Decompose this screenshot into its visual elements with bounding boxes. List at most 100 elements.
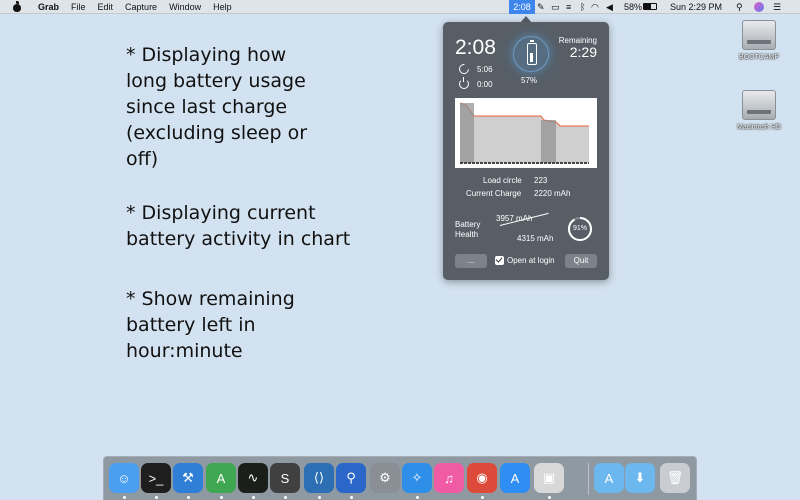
finder-icon[interactable]: ☺ <box>109 463 139 493</box>
chrome-icon[interactable]: ◉ <box>467 463 497 493</box>
desc-line: battery left in <box>126 314 256 336</box>
feature-description-3: * Show remaining battery left in hour:mi… <box>126 286 295 364</box>
desc-line: long battery usage <box>126 70 306 92</box>
battery-percent[interactable]: 58% <box>624 0 642 14</box>
battery-icon[interactable] <box>643 3 657 10</box>
hard-drive-icon <box>742 90 776 120</box>
running-indicator <box>220 496 223 499</box>
desc-line: (excluding sleep or <box>126 122 308 144</box>
power-icon <box>459 77 469 89</box>
chart-dark-segment <box>541 120 556 163</box>
health-percent: 91% <box>572 225 587 232</box>
hard-drive-icon <box>742 20 776 50</box>
menu-file[interactable]: File <box>71 2 86 12</box>
health-design-capacity: 4315 mAh <box>517 234 554 243</box>
health-label-line: Battery <box>455 220 481 229</box>
menu-edit[interactable]: Edit <box>98 2 114 12</box>
open-at-login-toggle[interactable]: Open at login <box>495 256 555 265</box>
chart-area <box>460 103 589 163</box>
running-indicator <box>187 496 190 499</box>
desc-line: hour:minute <box>126 340 243 362</box>
menu-icon[interactable]: ≡ <box>566 2 571 12</box>
desc-line: * Displaying current <box>126 202 316 224</box>
android-studio-icon[interactable]: A <box>206 463 236 493</box>
usage-time: 2:08 <box>455 36 496 59</box>
dock: ☺ >_ ⚒ A ∿ S ⟨⟩ ⚲ ⚙ ✧ ♫ ◉ A ▣ A ⬇ 🗑 <box>103 456 697 500</box>
sourcetree-icon[interactable]: ⚲ <box>336 463 366 493</box>
health-label-line: Health <box>455 230 479 239</box>
xcode-icon[interactable]: ⚒ <box>173 463 203 493</box>
menu-capture[interactable]: Capture <box>125 2 157 12</box>
chart-dark-segment <box>460 103 474 163</box>
load-circle-value: 223 <box>534 176 548 185</box>
open-at-login-label: Open at login <box>507 256 555 265</box>
vscode-icon[interactable]: ⟨⟩ <box>304 463 334 493</box>
apple-menu-icon[interactable] <box>12 0 22 12</box>
battery-popover: 2:08 5:06 0:00 57% Remaining 2:29 Load c… <box>443 22 609 280</box>
drive-label: BOOTCAMP <box>738 54 780 61</box>
remaining-time: 2:29 <box>569 44 597 60</box>
off-time: 0:00 <box>477 79 493 89</box>
menu-bar: Grab File Edit Capture Window Help 2:08 … <box>0 0 800 14</box>
pencil-icon[interactable]: ✎ <box>537 2 545 12</box>
running-indicator <box>318 496 321 499</box>
itunes-icon[interactable]: ♫ <box>434 463 464 493</box>
load-circle-label: Load circle <box>483 176 522 185</box>
menu-window[interactable]: Window <box>169 2 201 12</box>
trash-icon[interactable]: 🗑 <box>660 463 690 493</box>
terminal-icon[interactable]: >_ <box>141 463 171 493</box>
safari-icon[interactable]: ✧ <box>402 463 432 493</box>
bluetooth-icon[interactable]: ᛒ <box>580 2 585 12</box>
more-button[interactable]: ... <box>455 254 487 268</box>
notification-center-icon[interactable]: ☰ <box>773 2 781 12</box>
menu-clock[interactable]: Sun 2:29 PM <box>670 0 722 14</box>
preview-icon[interactable]: ▣ <box>534 463 564 493</box>
menu-help[interactable]: Help <box>213 2 232 12</box>
siri-icon[interactable] <box>754 2 764 12</box>
spotlight-search-icon[interactable]: ⚲ <box>736 2 743 12</box>
drive-label: Macintosh HD <box>737 124 781 131</box>
running-indicator <box>416 496 419 499</box>
applications-folder-icon[interactable]: A <box>594 463 624 493</box>
battery-activity-chart <box>455 98 597 168</box>
current-charge-label: Current Charge <box>466 189 522 198</box>
battery-app-status-item[interactable]: 2:08 <box>509 0 535 14</box>
battery-percent-label: 57% <box>521 76 538 85</box>
current-charge-value: 2220 mAh <box>534 189 571 198</box>
airplay-icon[interactable]: ▭ <box>551 2 560 12</box>
battery-chart-svg <box>459 102 589 164</box>
drive-bootcamp[interactable]: BOOTCAMP <box>729 20 789 61</box>
running-indicator <box>548 496 551 499</box>
running-indicator <box>123 496 126 499</box>
drive-macintosh-hd[interactable]: Macintosh HD <box>729 90 789 131</box>
feature-description-1: * Displaying how long battery usage sinc… <box>126 42 307 172</box>
system-preferences-icon[interactable]: ⚙ <box>370 463 400 493</box>
running-indicator <box>284 496 287 499</box>
health-percent-ring: 91% <box>567 216 593 242</box>
app-store-icon[interactable]: A <box>500 463 530 493</box>
wifi-icon[interactable]: ◠ <box>591 2 599 12</box>
downloads-folder-icon[interactable]: ⬇ <box>625 463 655 493</box>
desc-line: off) <box>126 148 159 170</box>
sleep-row: 5:06 <box>456 61 493 77</box>
volume-icon[interactable]: ◀ <box>606 2 613 12</box>
sleep-moon-icon <box>456 61 472 77</box>
running-indicator <box>155 496 158 499</box>
battery-level-circle <box>513 36 549 72</box>
off-row: 0:00 <box>459 77 493 89</box>
sleep-time: 5:06 <box>477 64 493 74</box>
battery-health-label: Battery Health <box>455 220 480 240</box>
battery-icon <box>527 40 537 65</box>
dock-separator <box>588 463 589 495</box>
running-indicator <box>252 496 255 499</box>
sublime-text-icon[interactable]: S <box>270 463 300 493</box>
feature-description-2: * Displaying current battery activity in… <box>126 200 350 252</box>
desc-line: * Displaying how <box>126 44 287 66</box>
running-indicator <box>481 496 484 499</box>
activity-monitor-icon[interactable]: ∿ <box>238 463 268 493</box>
desc-line: since last charge <box>126 96 288 118</box>
menu-app-grab[interactable]: Grab <box>38 2 59 12</box>
desc-line: * Show remaining <box>126 288 295 310</box>
quit-button[interactable]: Quit <box>565 254 597 268</box>
open-at-login-checkbox[interactable] <box>495 256 504 265</box>
